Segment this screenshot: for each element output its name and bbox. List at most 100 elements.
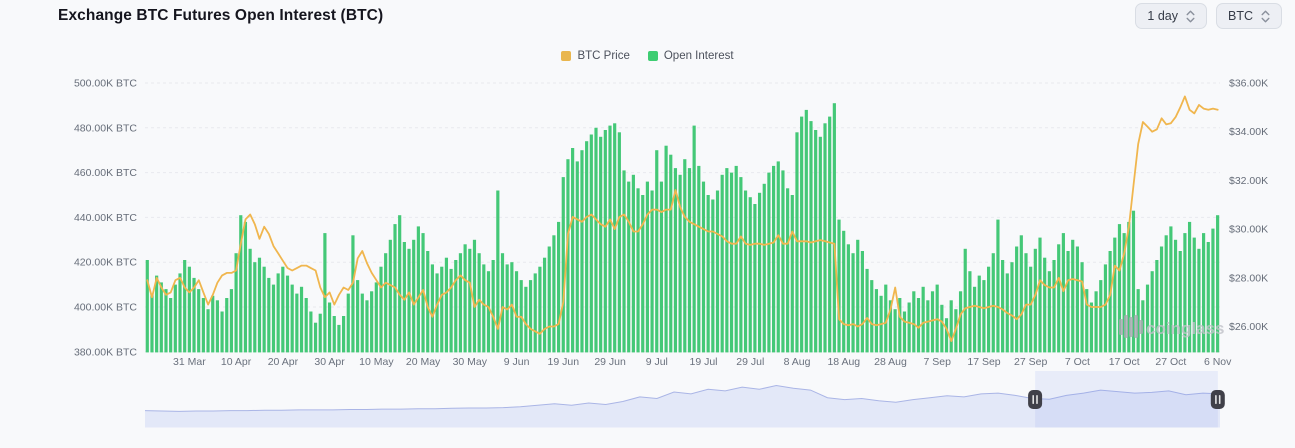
oi-bar[interactable]	[1029, 267, 1032, 353]
oi-bar[interactable]	[646, 182, 649, 353]
oi-bar[interactable]	[599, 137, 602, 353]
oi-bar[interactable]	[665, 146, 668, 353]
oi-bar[interactable]	[459, 253, 462, 352]
oi-bar[interactable]	[281, 267, 284, 353]
oi-bar[interactable]	[225, 298, 228, 352]
oi-bar[interactable]	[973, 287, 976, 353]
oi-bar[interactable]	[641, 195, 644, 352]
oi-bar[interactable]	[594, 128, 597, 353]
oi-bar[interactable]	[585, 141, 588, 352]
oi-bar[interactable]	[618, 132, 621, 352]
oi-bar[interactable]	[1071, 240, 1074, 353]
range-navigator[interactable]	[145, 371, 1225, 428]
oi-bar[interactable]	[716, 191, 719, 353]
oi-bar[interactable]	[249, 249, 252, 353]
oi-bar[interactable]	[767, 173, 770, 353]
oi-bar[interactable]	[721, 175, 724, 353]
oi-bar[interactable]	[300, 287, 303, 353]
oi-bar[interactable]	[197, 289, 200, 352]
open-interest-bars[interactable]	[146, 103, 1220, 352]
oi-bar[interactable]	[319, 314, 322, 353]
oi-bar[interactable]	[725, 168, 728, 352]
oi-bar[interactable]	[865, 269, 868, 353]
oi-bar[interactable]	[744, 191, 747, 353]
oi-bar[interactable]	[220, 312, 223, 353]
oi-bar[interactable]	[950, 300, 953, 352]
oi-bar[interactable]	[968, 271, 971, 352]
oi-bar[interactable]	[1099, 280, 1102, 352]
oi-bar[interactable]	[982, 280, 985, 352]
oi-bar[interactable]	[795, 132, 798, 352]
oi-bar[interactable]	[711, 200, 714, 353]
oi-bar[interactable]	[791, 195, 794, 352]
oi-bar[interactable]	[557, 222, 560, 353]
oi-bar[interactable]	[650, 191, 653, 353]
oi-bar[interactable]	[763, 184, 766, 353]
oi-bar[interactable]	[1015, 247, 1018, 353]
oi-bar[interactable]	[730, 173, 733, 353]
oi-bar[interactable]	[655, 150, 658, 352]
oi-bar[interactable]	[1151, 271, 1154, 352]
oi-bar[interactable]	[487, 271, 490, 352]
oi-bar[interactable]	[996, 220, 999, 353]
oi-bar[interactable]	[1090, 303, 1093, 353]
oi-bar[interactable]	[753, 204, 756, 352]
oi-bar[interactable]	[758, 193, 761, 353]
oi-bar[interactable]	[987, 267, 990, 353]
oi-bar[interactable]	[216, 300, 219, 352]
oi-bar[interactable]	[538, 267, 541, 353]
oi-bar[interactable]	[828, 117, 831, 353]
oi-bar[interactable]	[908, 303, 911, 353]
oi-bar[interactable]	[183, 260, 186, 352]
oi-bar[interactable]	[454, 260, 457, 352]
oi-bar[interactable]	[1113, 238, 1116, 353]
oi-bar[interactable]	[683, 159, 686, 352]
oi-bar[interactable]	[931, 291, 934, 352]
oi-bar[interactable]	[552, 235, 555, 352]
oi-bar[interactable]	[342, 316, 345, 352]
oi-bar[interactable]	[917, 298, 920, 352]
oi-bar[interactable]	[164, 289, 167, 352]
oi-bar[interactable]	[211, 296, 214, 353]
oi-bar[interactable]	[258, 258, 261, 353]
oi-bar[interactable]	[328, 303, 331, 353]
oi-bar[interactable]	[417, 226, 420, 352]
oi-bar[interactable]	[398, 215, 401, 352]
oi-bar[interactable]	[1095, 291, 1098, 352]
oi-bar[interactable]	[277, 273, 280, 352]
oi-bar[interactable]	[379, 267, 382, 353]
oi-bar[interactable]	[861, 251, 864, 352]
oi-bar[interactable]	[805, 110, 808, 353]
oi-bar[interactable]	[580, 150, 583, 352]
oi-bar[interactable]	[562, 177, 565, 352]
oi-bar[interactable]	[1109, 251, 1112, 352]
oi-bar[interactable]	[992, 253, 995, 352]
oi-bar[interactable]	[800, 117, 803, 353]
oi-bar[interactable]	[1057, 244, 1060, 352]
oi-bar[interactable]	[375, 282, 378, 352]
oi-bar[interactable]	[333, 316, 336, 352]
oi-bar[interactable]	[697, 166, 700, 353]
oi-bar[interactable]	[823, 123, 826, 352]
oi-bar[interactable]	[482, 264, 485, 352]
oi-bar[interactable]	[1076, 247, 1079, 353]
oi-bar[interactable]	[959, 291, 962, 352]
oi-bar[interactable]	[524, 287, 527, 353]
oi-bar[interactable]	[169, 298, 172, 352]
navigator-handle-right[interactable]	[1211, 390, 1225, 409]
navigator-handle-left[interactable]	[1028, 390, 1042, 409]
oi-bar[interactable]	[286, 276, 289, 353]
oi-bar[interactable]	[590, 135, 593, 353]
oi-bar[interactable]	[263, 267, 266, 353]
oi-bar[interactable]	[735, 166, 738, 353]
oi-bar[interactable]	[337, 325, 340, 353]
oi-bar[interactable]	[384, 253, 387, 352]
oi-bar[interactable]	[435, 273, 438, 352]
oi-bar[interactable]	[571, 148, 574, 352]
oi-bar[interactable]	[613, 123, 616, 352]
oi-bar[interactable]	[688, 168, 691, 352]
oi-bar[interactable]	[309, 312, 312, 353]
oi-bar[interactable]	[903, 312, 906, 353]
oi-bar[interactable]	[945, 318, 948, 352]
oi-bar[interactable]	[440, 267, 443, 353]
